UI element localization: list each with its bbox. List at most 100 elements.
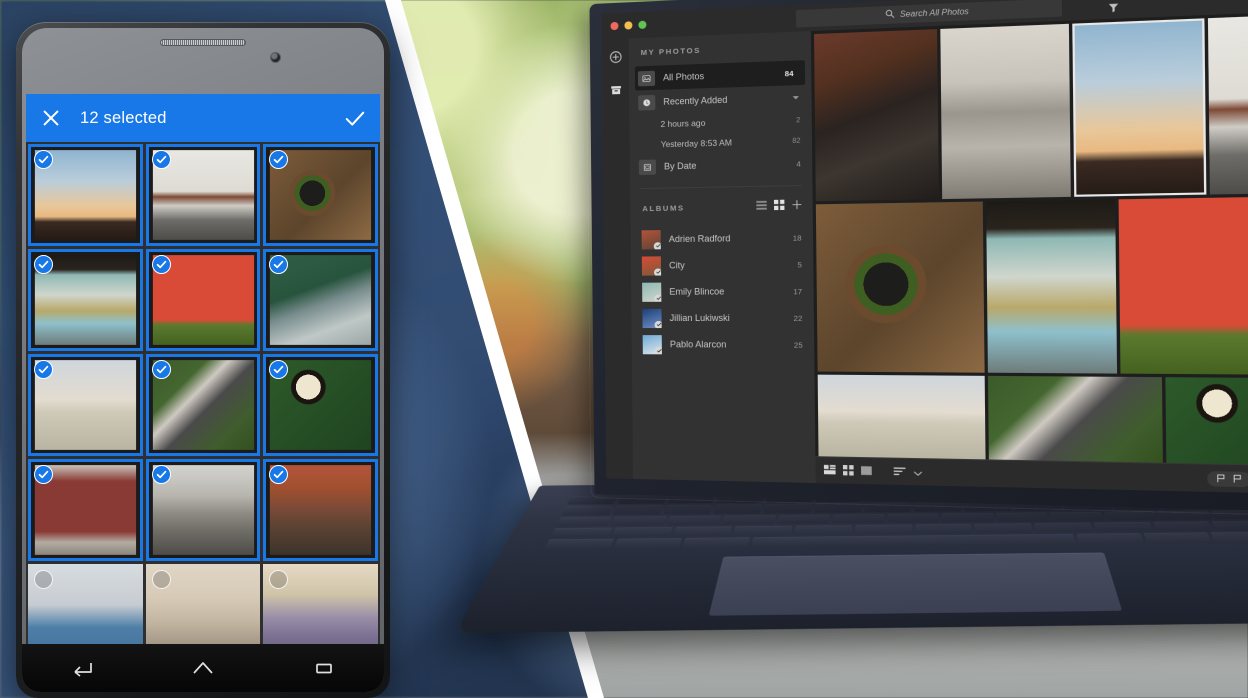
album-row[interactable]: Emily Blincoe 17: [631, 278, 814, 305]
phone-top-bezel: [22, 28, 384, 94]
archive-icon[interactable]: [609, 83, 623, 103]
photo-cell[interactable]: [28, 249, 143, 351]
photo-cell[interactable]: [28, 354, 143, 456]
selected-check-icon[interactable]: [34, 465, 53, 484]
photo-cell-boy-red-wall-window[interactable]: [1118, 196, 1248, 375]
photo-cell-coffee-blueberries-green[interactable]: [1165, 376, 1248, 466]
chevron-down-icon[interactable]: [792, 93, 800, 103]
photo-cell-skillet-greens-overhead[interactable]: [815, 201, 985, 373]
desktop-app-window: Search All Photos MY PHOTOS All Photos 8…: [601, 0, 1248, 495]
sidebar-item-by-date[interactable]: By Date 4: [630, 151, 813, 180]
home-icon[interactable]: [190, 659, 216, 677]
android-phone-device: 12 selected: [16, 22, 390, 698]
selected-check-icon[interactable]: [34, 255, 53, 274]
minimize-button[interactable]: [624, 21, 633, 30]
photo-cell[interactable]: [145, 354, 261, 456]
chevron-down-icon[interactable]: [914, 463, 923, 482]
selected-check-icon[interactable]: [34, 360, 53, 379]
album-label: Pablo Alarcon: [669, 339, 727, 350]
album-sync-icon: [654, 320, 662, 328]
detail-view-icon[interactable]: [823, 461, 836, 480]
close-x-icon[interactable]: [40, 107, 62, 129]
photo-cell[interactable]: [263, 564, 378, 644]
list-view-icon[interactable]: [749, 197, 767, 216]
photo-cell[interactable]: [145, 459, 261, 561]
sidebar-item-label: All Photos: [663, 70, 705, 83]
flag-reject-icon[interactable]: [1216, 469, 1227, 489]
photo-cell-ok-sign-kitchen[interactable]: [985, 199, 1117, 374]
photo-cell[interactable]: [145, 249, 261, 351]
photo-cell[interactable]: [263, 354, 378, 456]
photo-cell-hand-holding-portrait[interactable]: [987, 375, 1164, 463]
selected-check-icon[interactable]: [151, 360, 171, 379]
flag-group: [1207, 469, 1248, 489]
photo-cell[interactable]: [28, 459, 143, 561]
album-row[interactable]: City 5: [631, 251, 814, 279]
close-button[interactable]: [610, 21, 619, 31]
unselected-circle-icon[interactable]: [151, 570, 171, 589]
composite-scene: 12 selected Search All Photos MY PHOTOS …: [0, 0, 1248, 698]
maximize-button[interactable]: [638, 20, 647, 30]
photo-cell[interactable]: [263, 249, 378, 351]
sidebar-subitem-count: 2: [796, 116, 801, 124]
photo-content-area: ★★★★★: [810, 9, 1248, 495]
sort-icon[interactable]: [893, 462, 906, 481]
albums-header-row: ALBUMS: [630, 196, 813, 226]
album-row[interactable]: Adrien Radford 18: [631, 224, 814, 253]
album-sync-icon: [654, 346, 662, 354]
album-label: Emily Blincoe: [669, 286, 725, 297]
trackpad[interactable]: [708, 552, 1123, 616]
selection-app-bar: 12 selected: [26, 94, 380, 142]
android-navigation-bar: [22, 644, 384, 692]
photo-cell-man-jumping-sunset[interactable]: [1071, 18, 1207, 197]
selected-check-icon[interactable]: [151, 465, 171, 484]
albums-list: Adrien Radford 18 City 5 Emily Blincoe 17 Jill…: [631, 224, 815, 358]
window-controls: [610, 20, 647, 31]
calendar-icon: [638, 159, 657, 175]
flag-pick-icon[interactable]: [1232, 469, 1243, 489]
single-view-icon[interactable]: [861, 462, 872, 481]
album-row[interactable]: Jillian Lukiwski 22: [631, 304, 814, 331]
grid-view-icon[interactable]: [767, 197, 785, 216]
unselected-circle-icon[interactable]: [34, 570, 53, 589]
selected-check-icon[interactable]: [151, 255, 171, 274]
album-count: 5: [797, 259, 802, 269]
front-camera-icon: [270, 52, 281, 63]
album-count: 25: [793, 339, 803, 350]
sidebar-item-label: Recently Added: [663, 94, 728, 107]
selected-check-icon[interactable]: [151, 150, 171, 169]
recents-icon[interactable]: [311, 659, 337, 677]
selected-check-icon[interactable]: [34, 150, 53, 169]
search-placeholder: Search All Photos: [899, 6, 969, 19]
check-icon[interactable]: [344, 109, 366, 128]
album-count: 22: [793, 313, 803, 323]
sidebar-subitem-count: 82: [792, 137, 801, 145]
album-thumbnail: [642, 282, 662, 302]
sidebar-item-count: 4: [796, 158, 801, 169]
add-icon[interactable]: [608, 50, 622, 70]
filter-funnel-icon[interactable]: [1107, 0, 1120, 13]
back-icon[interactable]: [69, 659, 95, 677]
photo-cell[interactable]: [263, 144, 378, 246]
photo-cell[interactable]: [145, 144, 261, 246]
album-count: 17: [793, 286, 803, 296]
photo-cell[interactable]: [263, 459, 378, 561]
album-sync-icon: [653, 267, 662, 276]
phone-front-panel: 12 selected: [22, 28, 384, 692]
grid-view-icon[interactable]: [842, 461, 854, 480]
album-thumbnail: [642, 308, 662, 328]
photo-cell-woman-sitting-street[interactable]: [940, 23, 1071, 199]
sidebar-subitem-label: Yesterday 8:53 AM: [660, 137, 733, 150]
photo-cell[interactable]: [145, 564, 261, 644]
mobile-photo-grid: [26, 142, 380, 644]
sidebar: MY PHOTOS All Photos 84 Recently Added 2…: [628, 31, 816, 484]
album-row[interactable]: Pablo Alarcon 25: [632, 331, 815, 358]
photo-cell-people-on-bench-mural[interactable]: [1207, 12, 1248, 195]
photo-cell-man-on-fire-escape[interactable]: [814, 29, 940, 201]
photo-cell[interactable]: [28, 144, 143, 246]
album-count: 18: [792, 232, 802, 243]
plus-icon[interactable]: [784, 196, 802, 215]
sidebar-item-count: 84: [784, 68, 794, 78]
photo-cell[interactable]: [28, 564, 143, 644]
photo-cell-hand-holding-cotton[interactable]: [817, 374, 986, 460]
